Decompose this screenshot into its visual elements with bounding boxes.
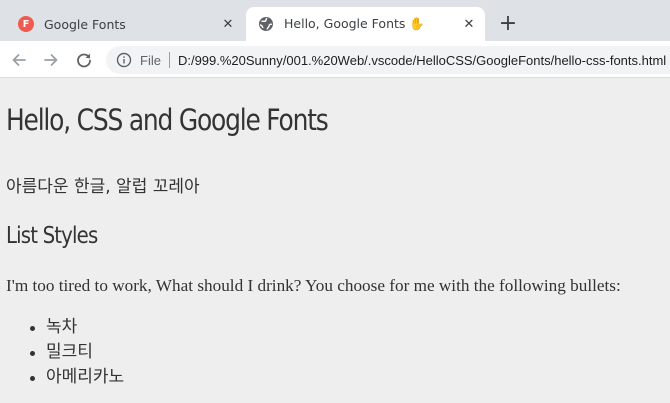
- tab-title: Google Fonts: [44, 16, 126, 32]
- list-item: 아메리카노: [26, 365, 124, 390]
- url-scheme-label: File: [140, 52, 161, 68]
- tab-strip: F Google Fonts ✕ Hello, Google Fonts ✋ ✕…: [0, 0, 670, 41]
- google-fonts-favicon-icon: F: [18, 16, 34, 32]
- reload-button[interactable]: [71, 47, 97, 73]
- close-tab-icon[interactable]: ✕: [218, 14, 238, 34]
- list-item-label: 밀크티: [46, 342, 93, 362]
- bullet-icon: [30, 326, 35, 331]
- korean-text: 아름다운 한글, 알럽 꼬레아: [6, 177, 200, 197]
- address-bar[interactable]: File D:/999.%20Sunny/001.%20Web/.vscode/…: [106, 46, 670, 74]
- arrow-left-icon: [12, 54, 26, 66]
- close-tab-icon[interactable]: ✕: [459, 14, 479, 34]
- back-button[interactable]: [6, 47, 32, 73]
- address-divider: [168, 52, 170, 68]
- page-heading: Hello, CSS and Google Fonts: [6, 103, 329, 137]
- bullet-icon: [30, 351, 35, 356]
- list-item-label: 녹차: [46, 317, 78, 337]
- url-text[interactable]: D:/999.%20Sunny/001.%20Web/.vscode/Hello…: [178, 53, 666, 68]
- list-item-label: 아메리카노: [46, 367, 125, 387]
- tab-google-fonts[interactable]: F Google Fonts ✕: [8, 7, 244, 41]
- paragraph: I'm too tired to work, What should I dri…: [6, 276, 621, 295]
- list-styles-heading: List Styles: [6, 223, 98, 249]
- tab-hello-google-fonts[interactable]: Hello, Google Fonts ✋ ✕: [246, 7, 485, 41]
- drink-list: 녹차 밀크티 아메리카노: [26, 315, 124, 390]
- list-item: 밀크티: [26, 340, 124, 365]
- arrow-right-icon: [44, 54, 58, 66]
- page-content: Hello, CSS and Google Fonts 아름다운 한글, 알럽 …: [0, 79, 670, 403]
- browser-toolbar: File D:/999.%20Sunny/001.%20Web/.vscode/…: [0, 41, 670, 78]
- list-item: 녹차: [26, 315, 124, 340]
- new-tab-button[interactable]: +: [496, 12, 520, 36]
- tab-title: Hello, Google Fonts ✋: [284, 16, 425, 31]
- bullet-icon: [30, 376, 35, 381]
- globe-icon: [258, 16, 274, 32]
- forward-button[interactable]: [38, 47, 64, 73]
- reload-icon: [77, 53, 91, 68]
- info-icon[interactable]: [116, 52, 132, 68]
